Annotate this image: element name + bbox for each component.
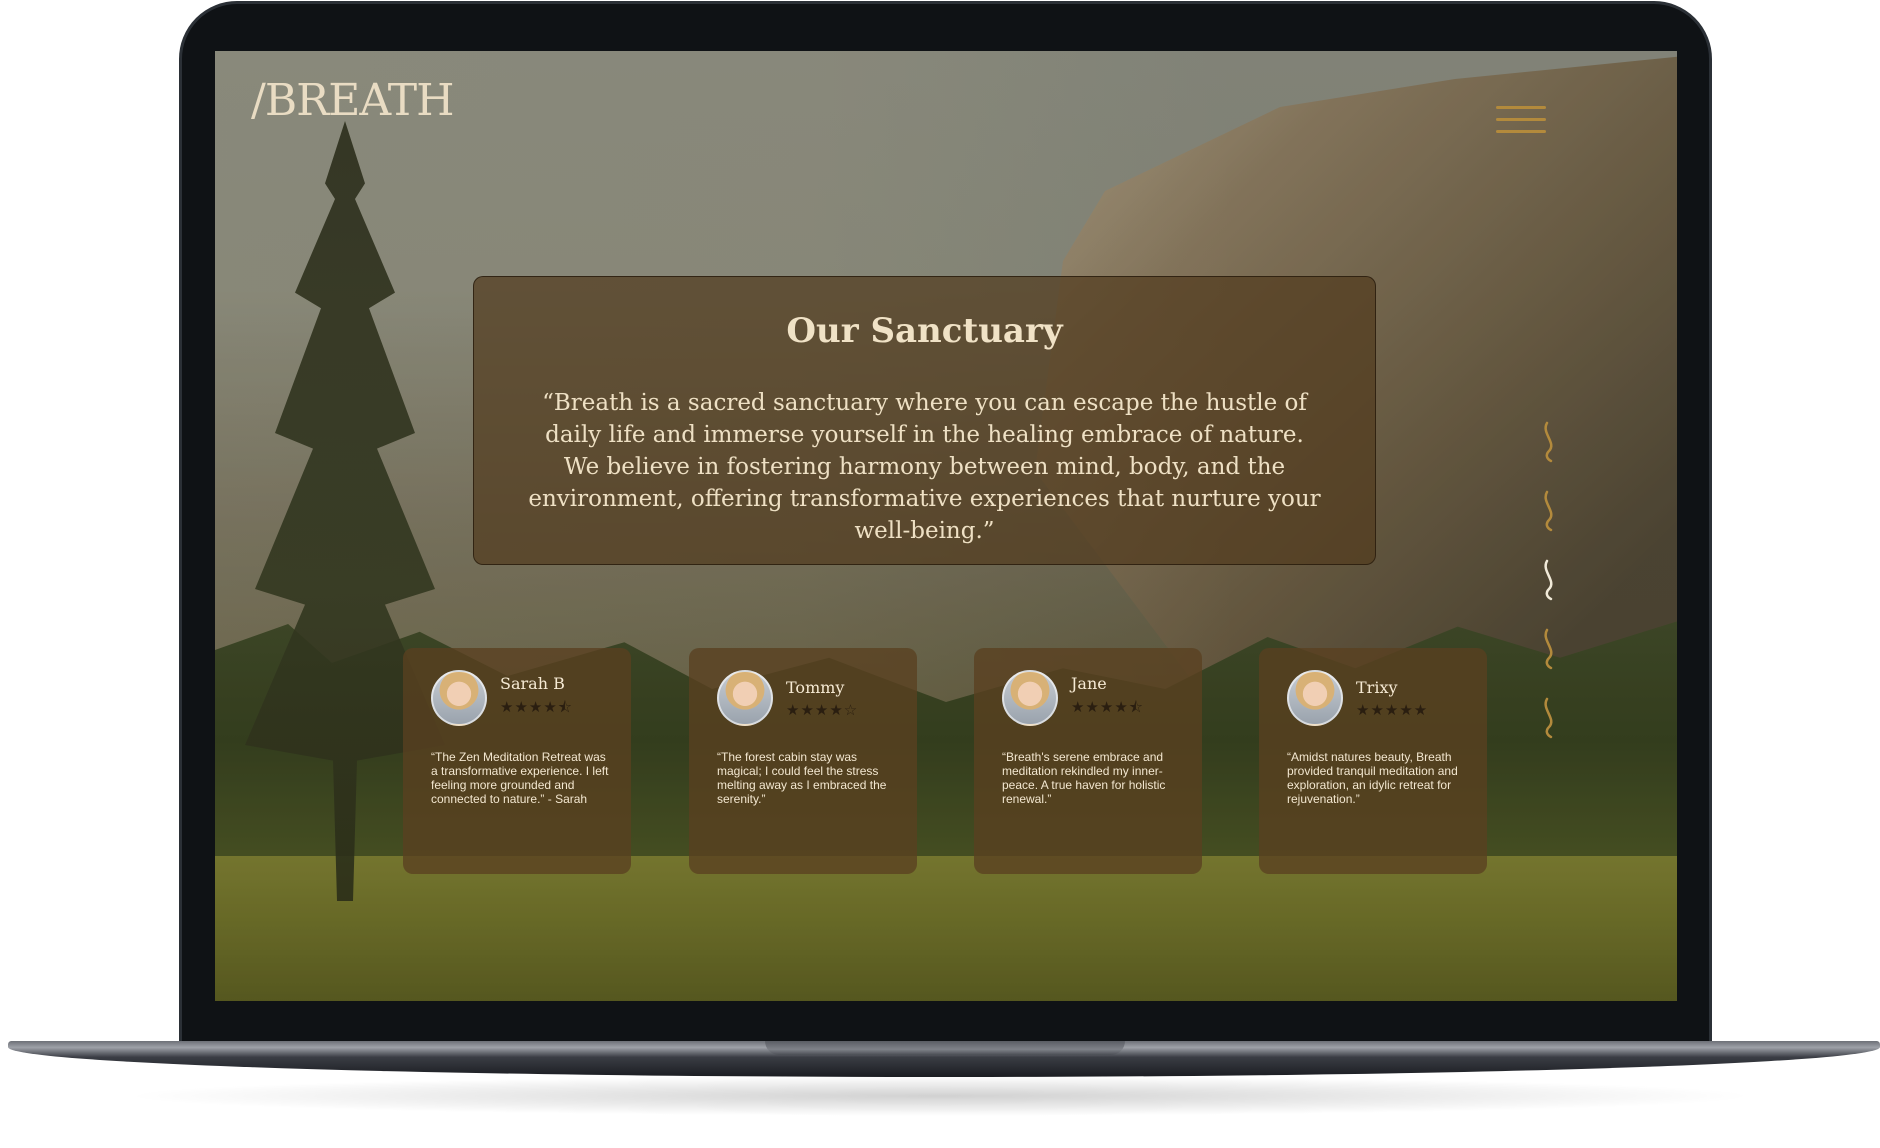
menu-line (1496, 106, 1546, 109)
hero-title: Our Sanctuary (786, 311, 1063, 351)
reviewer-name: Tommy (786, 677, 845, 697)
slide-dot-1-icon[interactable] (1539, 421, 1561, 463)
reviewer-name: Trixy (1356, 677, 1398, 697)
avatar (717, 670, 773, 726)
testimonial-text: “Breath's serene embrace and meditation … (1002, 750, 1166, 806)
testimonial-card: Sarah B ★★★★⯪ “The Zen Meditation Retrea… (403, 648, 631, 874)
slide-dot-3-icon-active[interactable] (1539, 559, 1561, 601)
testimonial-card: Trixy ★★★★★ “Amidst natures beauty, Brea… (1259, 648, 1487, 874)
sanctuary-card: Our Sanctuary “Breath is a sacred sanctu… (473, 276, 1376, 565)
laptop-notch (765, 1041, 1125, 1055)
testimonial-card: Tommy ★★★★☆ “The forest cabin stay was m… (689, 648, 917, 874)
slide-indicator (1539, 421, 1569, 766)
hero-quote: “Breath is a sacred sanctuary where you … (528, 390, 1321, 544)
testimonial-text: “Amidst natures beauty, Breath provided … (1287, 750, 1458, 806)
testimonial-text: “The forest cabin stay was magical; I co… (717, 750, 887, 806)
star-rating: ★★★★★ (1356, 700, 1429, 719)
star-rating: ★★★★☆ (786, 700, 859, 719)
slide-dot-4-icon[interactable] (1539, 628, 1561, 670)
star-rating: ★★★★⯪ (1071, 698, 1144, 716)
avatar (1287, 670, 1343, 726)
site-logo[interactable]: /BREATH (251, 75, 454, 126)
hamburger-menu-icon[interactable] (1496, 106, 1546, 142)
menu-line (1496, 130, 1546, 133)
menu-line (1496, 118, 1546, 121)
star-rating: ★★★★⯪ (500, 698, 573, 716)
laptop-shadow (120, 1076, 1760, 1116)
avatar (1002, 670, 1058, 726)
reviewer-name: Jane (1071, 674, 1107, 693)
avatar (431, 670, 487, 726)
reviewer-name: Sarah B (500, 674, 565, 693)
slide-dot-2-icon[interactable] (1539, 490, 1561, 532)
testimonial-card: Jane ★★★★⯪ “Breath's serene embrace and … (974, 648, 1202, 874)
testimonial-text: “The Zen Meditation Retreat was a transf… (431, 750, 609, 806)
slide-dot-5-icon[interactable] (1539, 697, 1561, 739)
screen: /BREATH Our Sanctuary “Breath is a sacre… (215, 51, 1677, 1001)
